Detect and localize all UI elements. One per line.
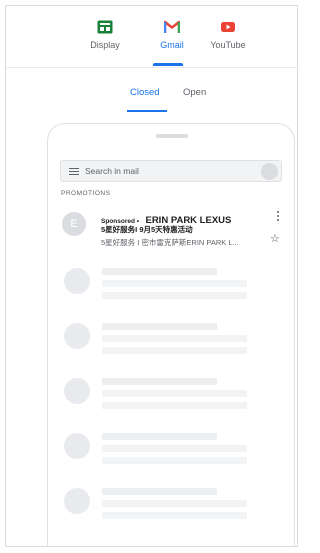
placeholder-line [102,512,247,519]
placeholder-line [102,457,247,464]
search-bar[interactable]: Search in mail [60,160,282,182]
placeholder-line [102,488,217,495]
more-options-icon[interactable] [276,211,280,222]
phone-mockup: Search in mail PROMOTIONS E Sponsored • … [47,123,295,546]
star-icon[interactable]: ☆ [270,234,280,245]
tab-gmail[interactable]: Gmail [140,20,204,50]
phone-speaker [156,134,188,138]
placeholder-row [48,268,294,308]
placeholder-row [48,433,294,473]
placeholder-avatar [64,323,90,349]
placeholder-line [102,500,247,507]
placeholder-avatar [64,268,90,294]
preview-panel: Display Gmail YouTube Closed Open Search… [5,5,298,547]
placeholder-line [102,292,247,299]
placeholder-line [102,280,247,287]
placeholder-line [102,335,247,342]
placeholder-row [48,488,294,528]
account-avatar[interactable] [261,163,278,180]
search-input[interactable]: Search in mail [85,166,139,176]
placeholder-line [102,445,247,452]
ad-subject: 5星好服务I 9月5天特惠活动 [101,225,193,234]
sponsored-ad-row[interactable]: E Sponsored • ERIN PARK LEXUS 5星好服务I 9月5… [48,206,294,252]
state-tab-indicator [127,110,167,112]
tab-closed[interactable]: Closed [130,87,160,98]
active-tab-indicator [153,63,183,66]
tab-display-label: Display [90,40,120,50]
tab-gmail-label: Gmail [160,40,184,50]
placeholder-avatar [64,433,90,459]
menu-icon[interactable] [69,168,79,175]
placeholder-row [48,323,294,363]
sender-avatar: E [62,212,86,236]
ad-format-tabs: Display Gmail YouTube [6,6,297,68]
placeholder-line [102,347,247,354]
ad-preview: 5星好服务 I 密市雷克萨斯ERIN PARK L... [101,238,239,247]
placeholder-line [102,323,217,330]
youtube-icon [221,22,235,32]
placeholder-row [48,378,294,418]
placeholder-line [102,268,217,275]
tab-youtube-label: YouTube [210,40,246,50]
tab-open[interactable]: Open [183,87,206,98]
gmail-icon [164,20,180,33]
placeholder-line [102,390,247,397]
placeholder-line [102,378,217,385]
tab-display[interactable]: Display [73,20,137,50]
ad-state-tabs: Closed Open [6,68,297,112]
placeholder-line [102,433,217,440]
placeholder-avatar [64,488,90,514]
section-label: PROMOTIONS [61,190,111,197]
display-icon [97,20,113,34]
placeholder-line [102,402,247,409]
placeholder-avatar [64,378,90,404]
tab-youtube[interactable]: YouTube [196,20,260,50]
